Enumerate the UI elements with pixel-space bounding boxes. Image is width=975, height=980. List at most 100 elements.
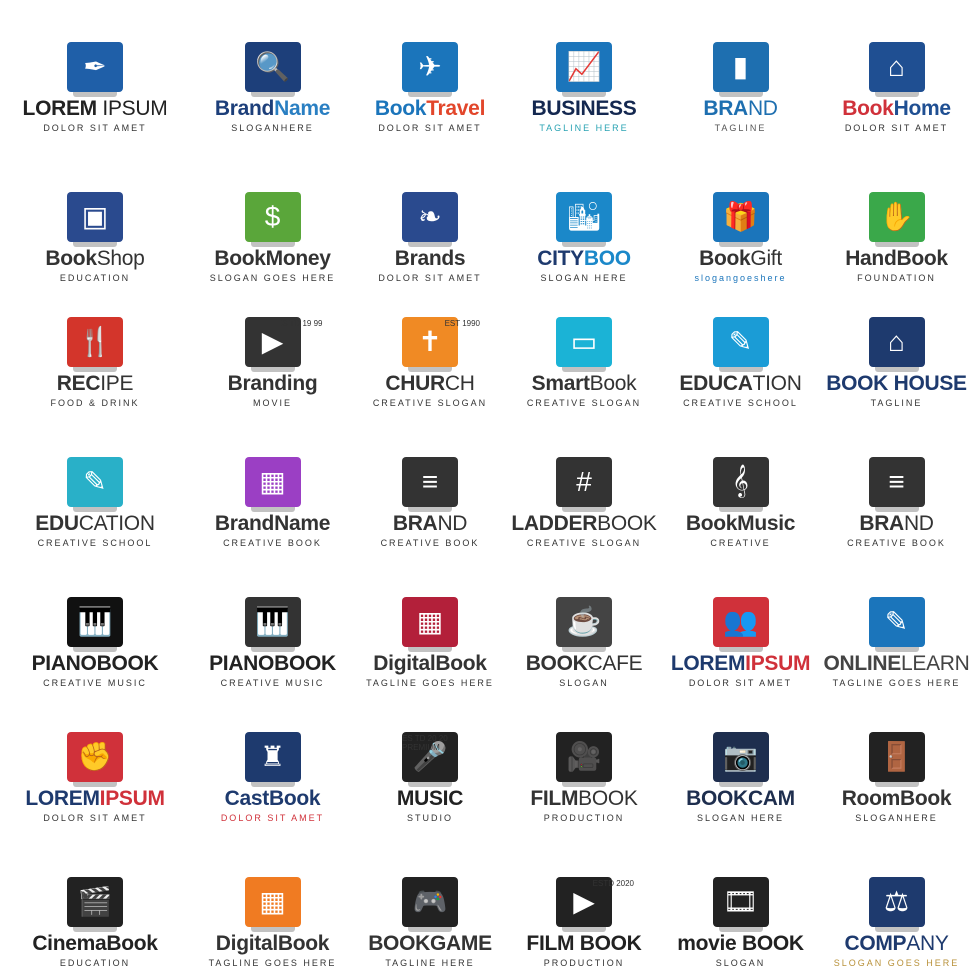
logo-name-part1: Book <box>214 246 266 270</box>
logo-name: EDUCATION <box>679 371 801 395</box>
logo-name-part2: Book <box>589 371 637 395</box>
logo-name-part2: Travel <box>426 96 486 120</box>
logo-name-part1: BOOK <box>525 651 588 675</box>
logo-name: COMPANY <box>844 931 948 955</box>
logo-name-part1: CITY <box>537 246 584 270</box>
logo-cityboo: 🏙 CITYBOO SLOGAN HERE <box>505 145 663 295</box>
logo-name-part2: Book <box>435 651 487 675</box>
logo-name-part2: BOOK <box>597 511 657 535</box>
logo-onlinelearn: ✎ ONLINELEARN TAGLINE GOES HERE <box>818 560 975 700</box>
logo-name-part1: Cast <box>224 786 270 810</box>
logo-name-part1: EDUCA <box>679 371 753 395</box>
logo-tagline: TAGLINE <box>714 123 767 133</box>
logo-tagline: EDUCATION <box>59 273 131 283</box>
book-scales-icon: ⚖ <box>868 876 925 932</box>
logo-name-part1: Hand <box>845 246 897 270</box>
logo-name-part1: BOOK <box>826 371 894 395</box>
logo-name-part2: BOO <box>583 246 631 270</box>
logo-tagline: FOUNDATION <box>857 273 936 283</box>
logo-tagline: PRODUCTION <box>543 958 625 968</box>
logo-tagline: CREATIVE MUSIC <box>220 678 325 688</box>
logo-tagline: CREATIVE SLOGAN <box>372 398 488 408</box>
book-money-icon: $ <box>244 191 301 247</box>
book-door-icon: 🚪 <box>868 731 925 787</box>
logo-tagline: CREATIVE BOOK <box>223 538 322 548</box>
logo-est-label: ES TD 19 99 <box>276 318 323 328</box>
book-pixel-icon: ▦ <box>244 456 301 512</box>
logo-tagline: slogangoeshere <box>694 273 787 283</box>
book-pen-icon: ✎ <box>868 596 925 652</box>
logo-name: BrandName <box>215 97 330 120</box>
logo-tagline: SLOGAN HERE <box>540 273 628 283</box>
logo-name-part2: BOOK <box>578 786 638 810</box>
logo-name-part2: Name <box>274 511 331 535</box>
logo-smartbook: ▭ SmartBook CREATIVE SLOGAN <box>505 295 663 420</box>
logo-name: BOOKGAME <box>368 931 492 955</box>
logo-name: PIANOBOOK <box>209 651 336 675</box>
logo-name: BOOKCAM <box>686 787 795 810</box>
logo-tagline: DOLOR SIT AMET <box>43 813 147 823</box>
book-house-icon: ⌂ <box>868 316 925 372</box>
logo-name: PIANOBOOK <box>32 652 159 675</box>
logo-tagline: PRODUCTION <box>543 813 625 823</box>
logo-name: EDUCATION <box>35 512 155 535</box>
logo-name: BookShop <box>45 246 144 270</box>
book-plane-icon: ✈ <box>402 41 458 97</box>
logo-name-part2: ing <box>286 371 318 395</box>
logo-brandname: ▦ BrandName CREATIVE BOOK <box>190 420 355 560</box>
logo-loremipsum: ✒ LOREM IPSUM DOLOR SIT AMET <box>0 0 190 145</box>
logo-name-part1: Book <box>45 246 97 270</box>
logo-name-part1: BOOK <box>368 931 430 955</box>
book-pen-icon: ✎ <box>67 456 123 512</box>
logo-loremipsum: ✊ LOREMIPSUM DOLOR SIT AMET <box>0 700 190 835</box>
logo-name-part1: Brand <box>214 511 275 535</box>
logo-booktravel: ✈ BookTravel DOLOR SIT AMET <box>355 0 505 145</box>
logo-name: HandBook <box>845 246 948 270</box>
logo-name-part1: movie <box>677 931 742 955</box>
logo-name-part1: Book <box>699 246 751 270</box>
logo-tagline: SLOGAN <box>715 958 766 968</box>
logo-company: ⚖ COMPANY SLOGAN GOES HERE <box>818 835 975 980</box>
logo-name-part1: FILM <box>526 931 580 955</box>
logo-name-part2: Money <box>265 246 331 270</box>
book-pixel-icon: ▦ <box>244 876 301 932</box>
logo-name: BookGift <box>699 246 782 270</box>
logo-tagline: TAGLINE HERE <box>385 958 475 968</box>
logo-name: CITYBOO <box>537 246 631 270</box>
book-treble-clef-icon: 𝄞 <box>712 456 769 512</box>
logo-bookhouse: ⌂ BOOK HOUSE TAGLINE <box>818 295 975 420</box>
logo-tagline: DOLOR SIT AMET <box>220 813 325 823</box>
logo-name-part1: COMP <box>844 931 907 955</box>
logo-name-part1: BRA <box>703 96 748 120</box>
logo-est-label: EST 1990 <box>444 318 480 328</box>
logo-name: BrandName <box>214 511 331 535</box>
logo-brand: ▮ BRAND TAGLINE <box>663 0 818 145</box>
logo-tagline: CREATIVE SCHOOL <box>683 398 798 408</box>
logo-name-part2: Book <box>899 786 952 810</box>
logo-education: ✎ EDUCATION CREATIVE SCHOOL <box>0 420 190 560</box>
logo-name-part2: ND <box>437 511 468 535</box>
logo-name-part1: FILM <box>530 786 579 810</box>
logo-bookshop: ▣ BookShop EDUCATION <box>0 145 190 295</box>
logo-tagline: CREATIVE SCHOOL <box>37 538 153 548</box>
logo-name-part1: MU <box>396 786 429 810</box>
logo-name-part2: BOOK <box>274 651 336 675</box>
book-pen-icon: ✎ <box>712 316 769 372</box>
logo-name: CastBook <box>224 786 321 810</box>
logo-brand: ≡ BRAND CREATIVE BOOK <box>355 420 505 560</box>
logo-name: BUSINESS <box>531 96 637 120</box>
logo-tagline: CREATIVE <box>710 538 771 548</box>
logo-name-part2: NESS <box>580 96 637 120</box>
logo-name-part2: CAFE <box>587 651 643 675</box>
logo-name: FILM BOOK <box>526 931 641 955</box>
logo-name-part1: BUSI <box>531 96 581 120</box>
logo-tagline: SLOGANHERE <box>231 123 314 133</box>
book-feather-icon: ✒ <box>67 41 123 97</box>
logo-music: 🎤 ES TD 20 20 PREMIUM MUSIC STUDIO <box>355 700 505 835</box>
logo-name-part2: Book <box>269 786 321 810</box>
logo-name-part1: Book <box>842 96 894 120</box>
logo-name-part2: GAME <box>430 931 492 955</box>
logo-name-part2: LEARN <box>901 651 970 675</box>
book-battery-icon: ▮ <box>712 41 769 97</box>
logo-pianobook: 🎹 PIANOBOOK CREATIVE MUSIC <box>0 560 190 700</box>
